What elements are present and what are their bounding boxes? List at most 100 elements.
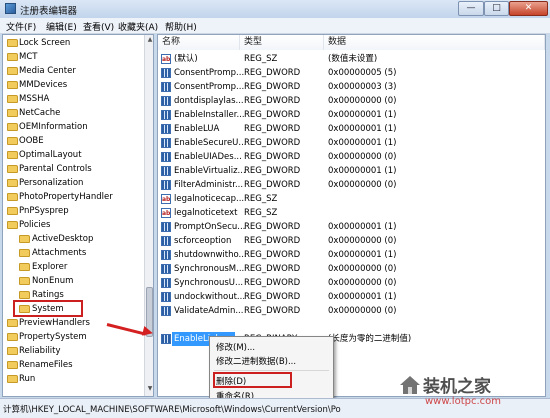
value-row[interactable]: scforceoption REG_DWORD 0x00000000 (0) [158,234,545,248]
close-button[interactable]: ✕ [509,1,548,16]
tree-item[interactable]: PropertySystem [3,330,143,344]
menu-edit[interactable]: 编辑(E) [46,20,77,33]
value-row[interactable]: PromptOnSecu... REG_DWORD 0x00000001 (1) [158,220,545,234]
column-header-data[interactable]: 数据 [324,35,545,50]
tree-item[interactable]: MCT [3,50,143,64]
tree-item[interactable]: Attachments [3,246,143,260]
tree-item[interactable]: PhotoPropertyHandler [3,190,143,204]
tree-item[interactable]: Explorer [3,260,143,274]
folder-icon [7,361,18,369]
tree-item-label: Policies [19,220,51,230]
value-name: legalnoticetext [174,208,238,218]
maximize-button[interactable]: □ [484,1,509,16]
tree-item[interactable]: Lock Screen [3,36,143,50]
tree-item[interactable]: Policies [3,218,143,232]
tree-item[interactable]: Personalization [3,176,143,190]
tree-item[interactable]: NetCache [3,106,143,120]
value-row[interactable]: (默认) REG_SZ (数值未设置) [158,52,545,67]
value-type: REG_DWORD [244,152,301,162]
tree-item[interactable]: OptimalLayout [3,148,143,162]
value-row[interactable]: ValidateAdmin... REG_DWORD 0x00000000 (0) [158,304,545,318]
value-data: 0x00000000 (0) [328,152,397,162]
folder-icon [19,291,30,299]
tree-item[interactable]: OOBE [3,134,143,148]
value-row[interactable]: legalnoticetext REG_SZ [158,206,545,221]
value-row[interactable]: SynchronousM... REG_DWORD 0x00000000 (0) [158,262,545,276]
system-key-highlight [13,300,83,317]
watermark-text: 装机之家 [423,377,491,397]
tree-item[interactable]: OEMInformation [3,120,143,134]
dword-value-icon [161,306,171,316]
binary-value-icon [161,334,171,344]
folder-icon [19,277,30,285]
folder-icon [7,319,18,327]
tree-item[interactable]: Parental Controls [3,162,143,176]
menu-view[interactable]: 查看(V) [83,20,114,33]
minimize-button[interactable]: — [458,1,484,16]
key-tree-pane[interactable]: Lock Screen MCT Media Center MMDevices M… [2,34,154,397]
value-row[interactable]: EnableVirtualiz... REG_DWORD 0x00000001 (1… [158,164,545,178]
menu-help[interactable]: 帮助(H) [165,20,197,33]
value-type: REG_SZ [244,208,278,218]
value-row[interactable]: SynchronousU... REG_DWORD 0x00000000 (0) [158,276,545,290]
dword-value-icon [161,236,171,246]
value-type: REG_DWORD [244,222,301,232]
column-header-name[interactable]: 名称 [158,35,240,50]
tree-item[interactable]: ActiveDesktop [3,232,143,246]
context-modify-binary[interactable]: 修改二进制数据(B)... [216,355,296,367]
tree-item[interactable]: Run [3,372,143,386]
menu-favorites[interactable]: 收藏夹(A) [118,20,158,33]
value-data: 0x00000000 (0) [328,306,397,316]
tree-item-label: Media Center [19,66,76,76]
value-type: REG_DWORD [244,124,301,134]
value-data: 0x00000001 (1) [328,124,397,134]
tree-item[interactable]: Media Center [3,64,143,78]
value-row[interactable]: ConsentPromp... REG_DWORD 0x00000005 (5) [158,66,545,80]
scroll-down-icon[interactable]: ▼ [146,385,153,395]
watermark-logo-icon [400,376,420,394]
context-modify[interactable]: 修改(M)... [216,341,255,353]
value-row[interactable]: EnableLUA REG_DWORD 0x00000001 (1) [158,122,545,136]
value-type: REG_DWORD [244,278,301,288]
tree-item[interactable]: PnPSysprep [3,204,143,218]
value-row[interactable]: legalnoticecap...REG_SZ [158,192,545,207]
value-row[interactable]: dontdisplaylas... REG_DWORD 0x00000000 (0) [158,94,545,108]
value-row[interactable]: EnableInstaller... REG_DWORD 0x00000001 (1… [158,108,545,122]
folder-icon [7,207,18,215]
tree-item-label: ActiveDesktop [32,234,94,244]
tree-item[interactable]: MMDevices [3,78,143,92]
folder-icon [7,39,18,47]
folder-icon [7,123,18,131]
value-data: 0x00000000 (0) [328,278,397,288]
value-row[interactable]: shutdownwitho... REG_DWORD 0x00000001 (1) [158,248,545,262]
value-data: 0x00000001 (1) [328,138,397,148]
value-row[interactable]: EnableSecureU... REG_DWORD 0x00000001 (1) [158,136,545,150]
tree-item-label: Run [19,374,36,384]
tree-item[interactable]: MSSHA [3,92,143,106]
value-row[interactable]: ConsentPromp... REG_DWORD 0x00000003 (3) [158,80,545,94]
value-name: FilterAdministr... [174,180,244,190]
value-data: 0x00000000 (0) [328,96,397,106]
value-row[interactable]: FilterAdministr... REG_DWORD 0x00000000 (0… [158,178,545,192]
tree-scrollbar[interactable]: ▲ ▼ [144,35,153,396]
folder-icon [7,151,18,159]
value-name: ValidateAdmin... [174,306,244,316]
value-data: 0x00000000 (0) [328,236,397,246]
tree-item[interactable]: Reliability [3,344,143,358]
value-type: REG_DWORD [244,68,301,78]
scroll-up-icon[interactable]: ▲ [146,36,153,46]
value-row[interactable]: undockwithout... REG_DWORD 0x00000001 (1) [158,290,545,304]
value-type: REG_DWORD [244,180,301,190]
tree-item-label: PhotoPropertyHandler [19,192,113,202]
string-value-icon [161,53,171,67]
column-header-type[interactable]: 类型 [240,35,324,50]
value-name: SynchronousM... [174,264,245,274]
menu-file[interactable]: 文件(F) [6,20,36,33]
tree-item[interactable]: NonEnum [3,274,143,288]
tree-item-label: Attachments [32,248,87,258]
value-row[interactable]: EnableUIADes... REG_DWORD 0x00000000 (0) [158,150,545,164]
tree-item[interactable]: RenameFiles [3,358,143,372]
value-data: 0x00000001 (1) [328,222,397,232]
tree-item-label: NetCache [19,108,61,118]
tree-item-label: Lock Screen [19,38,71,48]
